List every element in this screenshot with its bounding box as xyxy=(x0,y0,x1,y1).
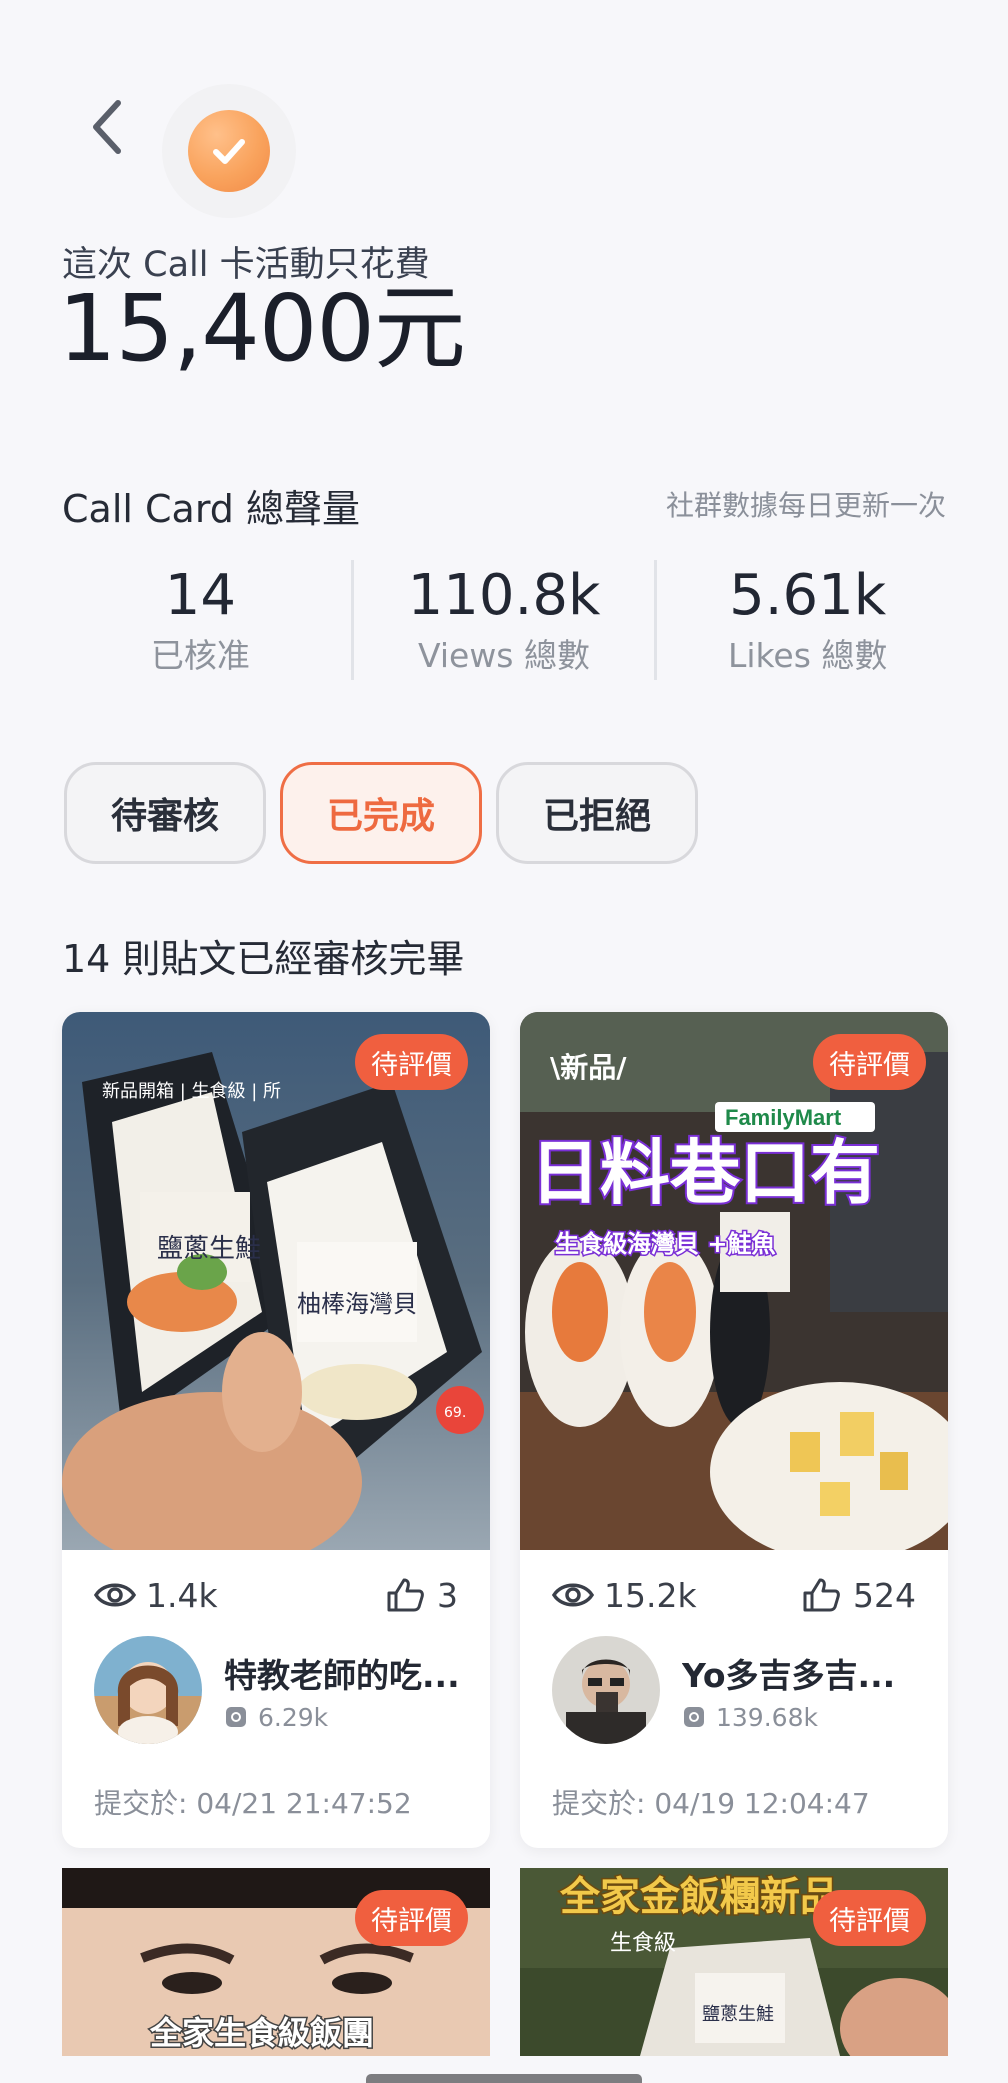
thumb-caption: \新品/ xyxy=(550,1051,627,1084)
likes-metric: 3 xyxy=(385,1576,458,1615)
eye-icon xyxy=(94,1583,136,1607)
spend-amount: 15,400元 xyxy=(58,275,466,382)
success-badge xyxy=(162,84,296,218)
follower-count: 6.29k xyxy=(224,1703,458,1732)
thumb-caption: 鹽蔥生鮭 xyxy=(157,1234,261,1264)
stat-value: 14 xyxy=(164,563,236,628)
thumb-caption: 生食級海灣貝 +鮭魚 xyxy=(555,1230,775,1258)
thumb-caption: 69. xyxy=(444,1405,466,1421)
pending-review-badge: 待評價 xyxy=(355,1034,468,1090)
author-row[interactable]: 特教老師的吃... 6.29k xyxy=(94,1636,458,1744)
post-card[interactable]: 全家金飯糰新品 生食級 鹽蔥生鮭 待評價 xyxy=(520,1868,948,2056)
thumb-caption: 鹽蔥生鮭 xyxy=(702,2004,774,2025)
thumb-caption: 柚棒海灣貝 xyxy=(297,1290,417,1318)
stat-likes: 5.61k Likes 總數 xyxy=(657,560,958,680)
post-thumbnail[interactable]: 全家金飯糰新品 生食級 鹽蔥生鮭 待評價 xyxy=(520,1868,948,2056)
instagram-icon xyxy=(226,1707,246,1727)
views-metric: 1.4k xyxy=(94,1576,218,1615)
thumb-caption: 生食級 xyxy=(610,1931,676,1956)
update-note: 社群數據每日更新一次 xyxy=(665,489,946,522)
followers-value: 6.29k xyxy=(258,1702,329,1732)
thumb-caption: FamilyMart xyxy=(725,1105,842,1130)
thumb-caption: 日料巷口有 xyxy=(530,1132,880,1214)
author-name: 特教老師的吃... xyxy=(224,1655,458,1695)
likes-metric: 524 xyxy=(801,1576,916,1615)
avatar xyxy=(94,1636,202,1744)
post-card[interactable]: FamilyMart \新品/ 日料巷口有 生食級海灣貝 +鮭魚 待評價 15.… xyxy=(520,1012,948,1848)
onigiri-photo: FamilyMart \新品/ 日料巷口有 生食級海灣貝 +鮭魚 xyxy=(520,1012,948,1550)
chevron-left-icon xyxy=(93,100,121,154)
stat-approved: 14 已核准 xyxy=(50,560,351,680)
eye-icon xyxy=(552,1583,594,1607)
pending-review-badge: 待評價 xyxy=(355,1890,468,1946)
check-circle-icon xyxy=(188,110,270,192)
instagram-icon xyxy=(684,1707,704,1727)
tab-completed[interactable]: 已完成 xyxy=(280,762,482,864)
views-count: 1.4k xyxy=(146,1575,218,1615)
author-row[interactable]: Yo多吉多吉... 139.68k xyxy=(552,1636,916,1744)
pending-review-badge: 待評價 xyxy=(813,1890,926,1946)
stat-views: 110.8k Views 總數 xyxy=(354,560,655,680)
stat-value: 110.8k xyxy=(407,563,601,628)
author-name: Yo多吉多吉... xyxy=(682,1655,896,1695)
post-card[interactable]: 新品開箱 | 生食級 | 所 鹽蔥生鮭 柚棒海灣貝 69. 待評價 1.4k 3… xyxy=(62,1012,490,1848)
stats-row: 14 已核准 110.8k Views 總數 5.61k Likes 總數 xyxy=(50,560,958,680)
followers-value: 139.68k xyxy=(716,1702,818,1732)
post-thumbnail[interactable]: FamilyMart \新品/ 日料巷口有 生食級海灣貝 +鮭魚 待評價 xyxy=(520,1012,948,1550)
post-card[interactable]: 全家生食級飯團 待評價 xyxy=(62,1868,490,2056)
submitted-time: 提交於: 04/21 21:47:52 xyxy=(94,1787,412,1820)
posts-count: 14 則貼文已經審核完畢 xyxy=(62,937,465,981)
post-thumbnail[interactable]: 全家生食級飯團 待評價 xyxy=(62,1868,490,2056)
stat-label: Views 總數 xyxy=(418,636,590,675)
summary-title: Call Card 總聲量 xyxy=(62,487,360,531)
post-thumbnail[interactable]: 新品開箱 | 生食級 | 所 鹽蔥生鮭 柚棒海灣貝 69. 待評價 xyxy=(62,1012,490,1550)
tab-pending[interactable]: 待審核 xyxy=(64,762,266,864)
submitted-time: 提交於: 04/19 12:04:47 xyxy=(552,1787,870,1820)
thumb-caption: 全家生食級飯團 xyxy=(149,2014,374,2052)
likes-count: 3 xyxy=(437,1575,458,1615)
stat-value: 5.61k xyxy=(729,563,887,628)
pending-review-badge: 待評價 xyxy=(813,1034,926,1090)
thumbs-up-icon xyxy=(387,1578,424,1612)
likes-count: 524 xyxy=(853,1575,916,1615)
avatar xyxy=(552,1636,660,1744)
status-tabs: 待審核 已完成 已拒絕 xyxy=(64,762,698,864)
thumb-caption: 新品開箱 | 生食級 | 所 xyxy=(102,1081,281,1102)
back-button[interactable] xyxy=(80,95,136,159)
stat-label: Likes 總數 xyxy=(727,636,888,675)
views-count: 15.2k xyxy=(604,1575,697,1615)
thumb-caption: 全家金飯糰新品 xyxy=(559,1873,840,1920)
stat-label: 已核准 xyxy=(150,636,250,675)
onigiri-photo: 新品開箱 | 生食級 | 所 鹽蔥生鮭 柚棒海灣貝 69. xyxy=(62,1012,490,1550)
tab-rejected[interactable]: 已拒絕 xyxy=(496,762,698,864)
views-metric: 15.2k xyxy=(552,1576,697,1615)
follower-count: 139.68k xyxy=(682,1703,916,1732)
thumbs-up-icon xyxy=(803,1578,840,1612)
home-indicator[interactable] xyxy=(366,2074,642,2083)
